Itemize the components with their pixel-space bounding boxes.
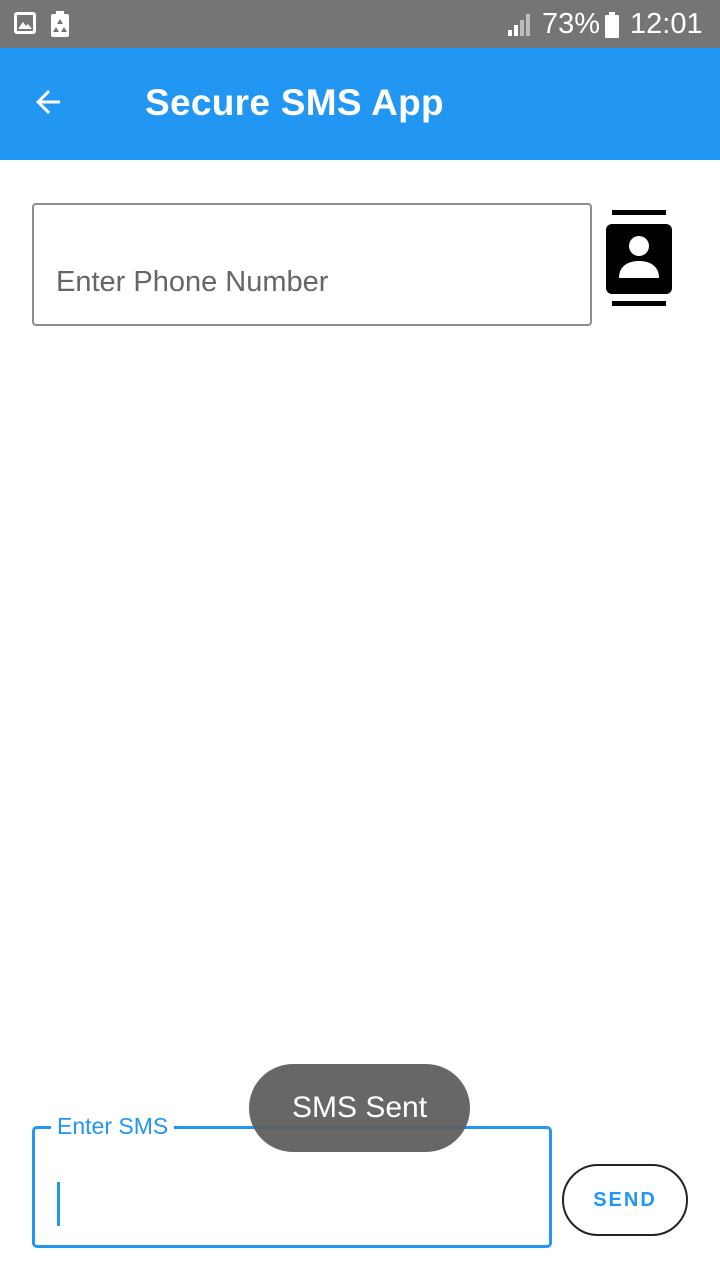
sms-field-label: Enter SMS <box>51 1113 175 1139</box>
gallery-icon <box>13 11 37 40</box>
contacts-button[interactable] <box>604 210 674 308</box>
app-bar: Secure SMS App <box>0 48 720 160</box>
contacts-icon <box>604 210 674 312</box>
page-title: Secure SMS App <box>145 82 444 123</box>
clock: 12:01 <box>630 8 703 40</box>
phone-number-field[interactable] <box>32 203 592 326</box>
send-button[interactable]: SEND <box>562 1164 688 1236</box>
status-bar: 73% 12:01 <box>0 0 720 48</box>
battery-icon <box>604 12 620 43</box>
text-cursor <box>57 1182 60 1226</box>
signal-icon <box>506 12 534 41</box>
phone-number-input[interactable] <box>56 257 566 307</box>
battery-percent: 73% <box>542 8 601 40</box>
back-button[interactable] <box>20 76 76 132</box>
toast-message: SMS Sent <box>249 1064 470 1152</box>
recycle-icon <box>49 11 71 42</box>
arrow-left-icon <box>30 84 66 125</box>
sms-input[interactable] <box>55 1175 525 1225</box>
